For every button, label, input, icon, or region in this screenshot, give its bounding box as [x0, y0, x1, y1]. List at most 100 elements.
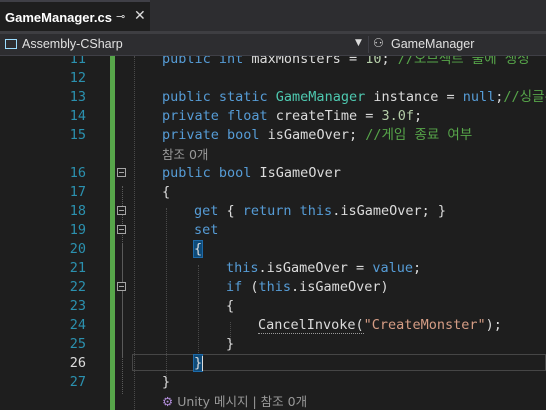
- code-token: public bool: [162, 165, 260, 181]
- code-token: }: [162, 374, 171, 390]
- collapse-icon[interactable]: [117, 282, 126, 291]
- code-token: private float: [162, 108, 276, 124]
- code-text: }: [192, 354, 204, 373]
- code-token: .isGameOver =: [258, 260, 373, 276]
- line-number: 26: [69, 355, 86, 371]
- code-token: GameManager: [275, 89, 366, 105]
- code-text: private float createTime = 3.0f;: [162, 107, 422, 126]
- line-number: 19: [69, 222, 86, 238]
- class-dropdown[interactable]: GameManager: [391, 37, 474, 51]
- code-token: ;: [413, 108, 423, 124]
- class-icon: ⚇: [373, 36, 384, 50]
- code-line[interactable]: 24 CancelInvoke("CreateMonster");: [0, 316, 546, 335]
- pin-icon[interactable]: ⊸: [116, 10, 125, 23]
- code-text: {: [226, 297, 234, 316]
- code-token: {: [192, 240, 204, 258]
- tab-gamemanager-cs[interactable]: GameManager.cs ⊸ ✕: [0, 0, 150, 31]
- code-text: public bool IsGameOver: [162, 164, 341, 183]
- code-text: {: [192, 240, 204, 259]
- code-token: (: [242, 279, 259, 295]
- chevron-down-icon[interactable]: ▼: [355, 38, 362, 48]
- code-text: }: [226, 335, 234, 354]
- code-line[interactable]: 27 }: [0, 373, 546, 392]
- collapse-icon[interactable]: [117, 225, 126, 234]
- line-number: 16: [69, 165, 86, 181]
- code-token: public int: [162, 56, 252, 67]
- codelens-unity-text: Unity 메시지 | 참조 0개: [177, 394, 308, 409]
- code-line[interactable]: 21 this.isGameOver = value;: [0, 259, 546, 278]
- code-token: "CreateMonster": [363, 317, 486, 333]
- code-token: }: [192, 354, 204, 372]
- collapse-icon[interactable]: [117, 168, 126, 177]
- line-number: 23: [69, 298, 86, 314]
- code-token: get: [194, 203, 219, 219]
- code-line-current[interactable]: 26 }: [0, 354, 546, 373]
- line-number: 14: [69, 108, 86, 124]
- code-line[interactable]: 14 private float createTime = 3.0f;: [0, 107, 546, 126]
- code-token: null: [462, 89, 496, 105]
- close-icon[interactable]: ✕: [134, 8, 146, 24]
- project-icon: [5, 39, 17, 49]
- codelens-references[interactable]: 참조 0개: [162, 145, 208, 164]
- code-line[interactable]: 25 }: [0, 335, 546, 354]
- line-number: 15: [69, 127, 86, 143]
- navbar-divider: [368, 36, 369, 53]
- code-token: createTime =: [275, 108, 382, 124]
- code-line[interactable]: 18 get { return this.isGameOver; }: [0, 202, 546, 221]
- line-number: 24: [69, 317, 86, 333]
- code-token: instance =: [365, 89, 463, 105]
- code-token: maxMonsters =: [251, 56, 366, 67]
- code-line[interactable]: 12: [0, 69, 546, 88]
- code-line[interactable]: 13 public static GameManager instance = …: [0, 88, 546, 107]
- codelens-unity[interactable]: ⚙ Unity 메시지 | 참조 0개: [162, 392, 307, 410]
- navigation-bar: Assembly-CSharp ▼ ⚇ GameManager: [0, 34, 546, 56]
- code-token: );: [485, 317, 502, 333]
- code-text: CancelInvoke("CreateMonster");: [258, 316, 502, 335]
- code-token: 3.0f: [381, 108, 414, 124]
- code-token: 10: [365, 56, 382, 67]
- code-text: get { return this.isGameOver; }: [194, 202, 446, 221]
- code-text: private bool isGameOver; //게임 종료 여부: [162, 126, 472, 145]
- code-line[interactable]: 16 public bool IsGameOver: [0, 164, 546, 183]
- line-number: 12: [69, 70, 86, 86]
- code-line[interactable]: 19 set: [0, 221, 546, 240]
- code-token: }: [226, 336, 235, 352]
- tab-title: GameManager.cs: [5, 10, 112, 25]
- code-token: {: [218, 203, 243, 219]
- code-line[interactable]: 23 {: [0, 297, 546, 316]
- line-number: 22: [69, 279, 86, 295]
- code-token: .isGameOver): [291, 279, 389, 295]
- codelens-line: ⚙ Unity 메시지 | 참조 0개: [0, 392, 546, 410]
- code-token: {: [226, 298, 235, 314]
- code-text: public static GameManager instance = nul…: [162, 88, 546, 107]
- code-text: this.isGameOver = value;: [226, 259, 421, 278]
- code-line[interactable]: 22 if (this.isGameOver): [0, 278, 546, 297]
- line-number: 13: [69, 89, 86, 105]
- code-token: private bool: [162, 127, 268, 143]
- line-number: 18: [69, 203, 86, 219]
- code-token: this: [226, 260, 259, 276]
- code-token: //오브젝트 풀에 생성: [397, 56, 530, 67]
- code-line[interactable]: 15 private bool isGameOver; //게임 종료 여부: [0, 126, 546, 145]
- line-number: 27: [69, 374, 86, 390]
- text-caret: [202, 356, 203, 371]
- code-token: ;: [412, 260, 422, 276]
- code-token: public static: [162, 89, 276, 105]
- line-number: 11: [69, 56, 86, 67]
- code-token: this: [258, 279, 292, 295]
- code-text: if (this.isGameOver): [226, 278, 389, 297]
- code-token: CancelInvoke(: [258, 317, 364, 334]
- code-line[interactable]: 20 {: [0, 240, 546, 259]
- code-token: value: [372, 260, 413, 276]
- code-line[interactable]: 17 {: [0, 183, 546, 202]
- project-dropdown[interactable]: Assembly-CSharp: [22, 37, 123, 51]
- code-token: ;: [381, 56, 398, 67]
- document-tab-strip: GameManager.cs ⊸ ✕: [0, 0, 546, 34]
- collapse-icon[interactable]: [117, 206, 126, 215]
- code-token: .isGameOver; }: [332, 203, 446, 219]
- code-text: set: [194, 221, 218, 240]
- code-editor[interactable]: 11 public int maxMonsters = 10; //오브젝트 풀…: [0, 56, 546, 410]
- code-token: //싱글톤: [503, 89, 546, 105]
- code-text: public int maxMonsters = 10; //오브젝트 풀에 생…: [162, 56, 530, 69]
- code-line[interactable]: 11 public int maxMonsters = 10; //오브젝트 풀…: [0, 56, 546, 69]
